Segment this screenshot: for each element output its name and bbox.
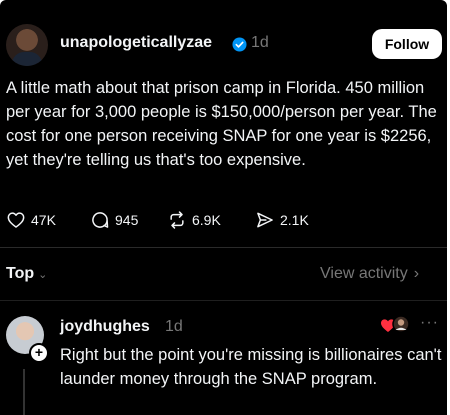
thread-line	[23, 369, 25, 415]
repost-button[interactable]: 6.9K	[167, 209, 221, 231]
view-activity-link[interactable]: View activity ›	[320, 265, 419, 283]
post-body: A little math about that prison camp in …	[6, 79, 437, 169]
like-count: 47K	[31, 212, 56, 228]
reply-timestamp: 1d	[165, 318, 183, 335]
like-button[interactable]: 47K	[6, 209, 56, 231]
repost-icon	[170, 211, 184, 229]
follow-button[interactable]: Follow	[372, 29, 442, 59]
reply-body: Right but the point you're missing is bi…	[60, 346, 442, 388]
view-activity-label: View activity	[320, 265, 408, 282]
repost-count: 6.9K	[192, 212, 221, 228]
reaction-avatars	[381, 315, 410, 333]
share-button[interactable]: 2.1K	[255, 209, 309, 231]
comment-button[interactable]: 945	[90, 209, 138, 231]
more-icon[interactable]: ···	[420, 314, 439, 332]
share-icon	[257, 212, 273, 228]
plus-icon[interactable]: +	[29, 343, 49, 363]
verified-badge-icon	[232, 37, 247, 52]
sort-dropdown[interactable]: Top ⌄	[6, 265, 47, 283]
share-count: 2.1K	[280, 212, 309, 228]
heart-icon	[7, 212, 25, 228]
post-timestamp: 1d	[251, 34, 269, 51]
comment-count: 945	[115, 212, 139, 228]
divider	[0, 247, 447, 248]
sort-label: Top	[6, 265, 35, 282]
chevron-right-icon: ›	[413, 265, 420, 282]
divider	[0, 300, 447, 301]
threads-post-screen: unapologeticallyzae 1d Follow A little m…	[0, 0, 447, 415]
author-avatar[interactable]	[6, 24, 48, 66]
reply-username[interactable]: joydhughes	[60, 318, 150, 336]
chevron-down-icon: ⌄	[38, 268, 48, 281]
author-username[interactable]: unapologeticallyzae	[60, 34, 212, 52]
comment-icon	[92, 212, 109, 228]
